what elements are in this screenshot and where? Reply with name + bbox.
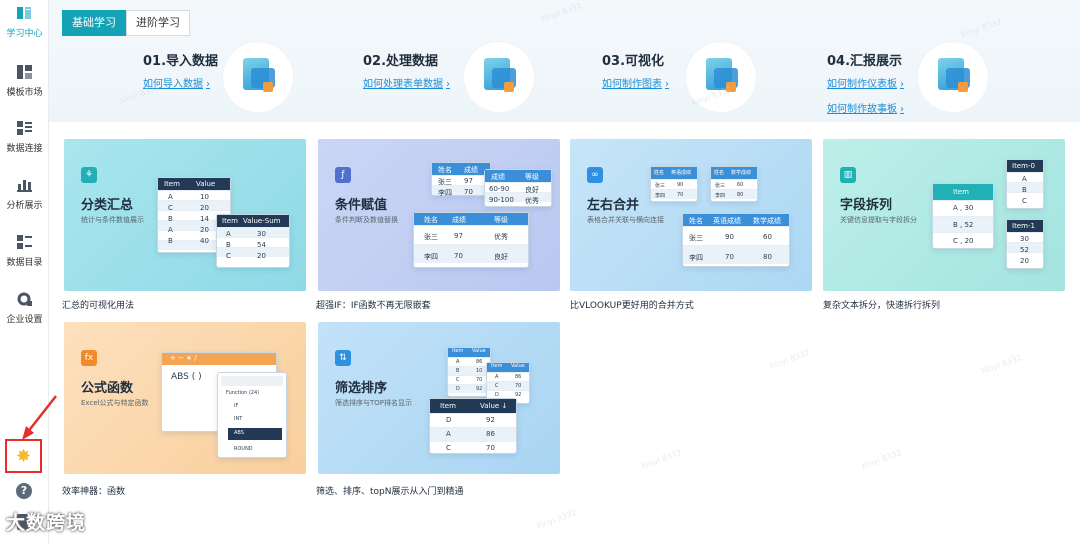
card-subtitle: Excel公式与特定函数 <box>81 399 149 407</box>
sidebar-item-label: 模板市场 <box>6 88 43 98</box>
watermark: Xinyi 8332 <box>859 447 903 472</box>
import-illustration <box>223 42 293 112</box>
card-title: 字段拆列 <box>840 198 893 213</box>
learning-banner: 基础学习 进阶学习 01.导入数据 如何导入数据 › 02.处理数据 如何处理表单… <box>49 0 1080 122</box>
card-subtitle: 筛选排序与TOP排名显示 <box>335 399 413 407</box>
report-illustration <box>918 42 988 112</box>
chevron-right-icon: › <box>206 79 210 90</box>
step-import-data: 01.导入数据 如何导入数据 › <box>143 50 218 90</box>
card-title: 分类汇总 <box>81 198 134 213</box>
watermark: Xinyi 8332 <box>534 507 578 532</box>
sorted-table: Item Value ↓ D 92 A 86 C 70 <box>429 398 517 454</box>
merged-table: 姓名 英语成绩 数学成绩 张三 90 60 李四 70 80 <box>682 213 790 267</box>
visualization-illustration <box>686 42 756 112</box>
watermark: Xinyi 8332 <box>767 347 811 372</box>
math-table: 姓名 数学成绩 张三 60 李四 80 <box>710 166 758 202</box>
chart-icon <box>17 180 32 192</box>
columns-icon: ▥ <box>840 167 856 183</box>
link-how-make-chart[interactable]: 如何制作图表 › <box>602 75 669 90</box>
tab-bar: 基础学习 进阶学习 <box>62 10 190 36</box>
step-visualization: 03.可视化 如何制作图表 › <box>602 50 669 90</box>
course-card-formula[interactable]: fx 公式函数 Excel公式与特定函数 + − ∗ / ABS ( ) Fun… <box>64 322 306 474</box>
card-title: 筛选排序 <box>335 381 388 396</box>
link-how-process-form-data[interactable]: 如何处理表单数据 › <box>363 75 450 90</box>
grade-result-table: 姓名 成绩 等级 张三 97 优秀 李四 70 良好 <box>413 212 529 268</box>
english-table: 姓名 英语成绩 张三 90 李四 70 <box>650 166 698 202</box>
course-card-summary[interactable]: ⚘ 分类汇总 统计与条件数值展示 Item Value A 10 C 20 B 14 A… <box>64 139 306 291</box>
sidebar-item-analysis[interactable]: 分析展示 <box>0 174 49 220</box>
step-title: 03.可视化 <box>602 54 665 69</box>
sort-icon: ⇅ <box>335 350 351 366</box>
split-table-0: Item-0 A B C <box>1006 159 1044 209</box>
chevron-right-icon: › <box>900 104 904 115</box>
summary-icon: ⚘ <box>81 167 97 183</box>
star-icon: ✸ <box>15 445 32 467</box>
result-table: Item Value-Sum A 30 B 54 C 20 <box>216 214 290 268</box>
function-icon: ƒ <box>335 167 351 183</box>
gear-icon <box>17 292 32 306</box>
sidebar-item-data-connection[interactable]: 数据连接 <box>0 117 49 163</box>
course-card-merge[interactable]: ∞ 左右合并 表格合并关联与横向连接 姓名 英语成绩 张三 90 李四 70 姓名 数学… <box>570 139 812 291</box>
sidebar-item-template-market[interactable]: 模板市场 <box>0 61 49 107</box>
sidebar-item-label: 数据目录 <box>6 258 43 268</box>
source-field-table: Item A , 30 B , 52 C , 20 <box>932 183 994 249</box>
sidebar-item-enterprise-settings[interactable]: 企业设置 <box>0 288 49 334</box>
database-icon <box>17 121 32 135</box>
card-subtitle: 条件判断及数值替换 <box>335 216 398 224</box>
split-table-1: Item-1 30 52 20 <box>1006 219 1044 269</box>
tab-advanced-learning[interactable]: 进阶学习 <box>126 10 190 36</box>
step-title: 02.处理数据 <box>363 54 439 69</box>
link-how-make-dashboard[interactable]: 如何制作仪表板 › <box>827 75 904 90</box>
step-title: 01.导入数据 <box>143 54 219 69</box>
link-icon: ∞ <box>587 167 603 183</box>
sidebar-item-label: 学习中心 <box>6 29 43 39</box>
raw-table: Item Value A 86 B 10 C 70 D 92 <box>447 347 491 397</box>
card-subtitle: 统计与条件数值展示 <box>81 216 144 224</box>
sidebar-item-label: 数据连接 <box>6 144 43 154</box>
card-caption[interactable]: 超强IF：IF函数不再无限嵌套 <box>316 298 431 311</box>
sidebar: 学习中心 模板市场 数据连接 分析展示 数据目录 企业设置 ✸ ? <box>0 0 49 543</box>
card-caption[interactable]: 复杂文本拆分，快速拆行拆列 <box>823 298 940 311</box>
step-report: 04.汇报展示 如何制作仪表板 › 如何制作故事板 › <box>827 50 904 115</box>
help-icon[interactable]: ? <box>16 483 32 499</box>
function-list: Function (24) IF INT ABS ROUND <box>217 372 287 458</box>
card-subtitle: 表格合并关联与横向连接 <box>587 216 664 224</box>
course-card-split[interactable]: ▥ 字段拆列 关键信息提取与字段拆分 Item A , 30 B , 52 C … <box>823 139 1065 291</box>
grid-icon <box>17 65 32 79</box>
chevron-right-icon: › <box>665 79 669 90</box>
link-how-import-data[interactable]: 如何导入数据 › <box>143 75 218 90</box>
card-caption[interactable]: 效率神器：函数 <box>62 484 125 497</box>
list-icon <box>17 235 32 249</box>
card-title: 条件赋值 <box>335 198 388 213</box>
course-card-filter-sort[interactable]: ⇅ 筛选排序 筛选排序与TOP排名显示 Item Value A 86 B 10 C7… <box>318 322 560 474</box>
course-card-conditional[interactable]: ƒ 条件赋值 条件判断及数值替换 姓名 成绩 张三 97 李四 70 成绩 等级 60-… <box>318 139 560 291</box>
process-illustration <box>464 42 534 112</box>
chevron-right-icon: › <box>446 79 450 90</box>
watermark: Xinyi 8332 <box>639 447 683 472</box>
chevron-right-icon: › <box>900 79 904 90</box>
book-icon <box>17 7 31 19</box>
sidebar-item-label: 企业设置 <box>6 315 43 325</box>
sidebar-item-data-catalog[interactable]: 数据目录 <box>0 231 49 277</box>
app-root: 学习中心 模板市场 数据连接 分析展示 数据目录 企业设置 ✸ ? 基础学习 进… <box>0 0 1080 543</box>
brand-watermark: 大数跨境 <box>6 512 87 534</box>
card-title: 左右合并 <box>587 198 640 213</box>
card-title: 公式函数 <box>81 381 134 396</box>
score-table: 姓名 成绩 张三 97 李四 70 <box>431 162 491 197</box>
card-subtitle: 关键信息提取与字段拆分 <box>840 216 917 224</box>
formula-icon: fx <box>81 350 97 366</box>
sidebar-item-label: 分析展示 <box>6 201 43 211</box>
link-how-make-storyboard[interactable]: 如何制作故事板 › <box>827 100 904 115</box>
tab-basic-learning[interactable]: 基础学习 <box>62 10 126 36</box>
step-title: 04.汇报展示 <box>827 54 903 69</box>
favorite-star-button[interactable]: ✸ <box>5 439 42 473</box>
sidebar-item-learning-center[interactable]: 学习中心 <box>0 2 49 48</box>
card-caption[interactable]: 筛选、排序、topN展示从入门到精通 <box>316 484 463 497</box>
step-process-data: 02.处理数据 如何处理表单数据 › <box>363 50 450 90</box>
watermark: Xinyi 8332 <box>979 352 1023 377</box>
grade-rule-table: 成绩 等级 60-90 良好 90-100 优秀 <box>484 169 552 207</box>
card-caption[interactable]: 比VLOOKUP更好用的合并方式 <box>570 298 694 311</box>
card-caption[interactable]: 汇总的可视化用法 <box>62 298 134 311</box>
